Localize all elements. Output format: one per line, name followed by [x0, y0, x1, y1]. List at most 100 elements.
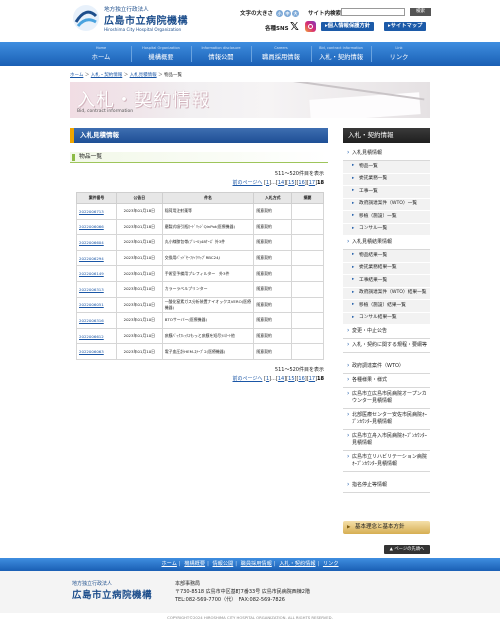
- sidebar-subitem[interactable]: 工事結果一覧: [343, 275, 430, 288]
- sidebar-subitem[interactable]: 政府調達案件（WTO）結果一覧: [343, 287, 430, 300]
- x-logo-icon[interactable]: 𝕏: [290, 21, 301, 32]
- footer-link-organization[interactable]: 機構概要: [184, 561, 205, 567]
- bid-method-cell: 随意契約: [253, 296, 293, 314]
- footer-address: 〒730-8518 広島市中区基町7番33号 広島市民病院西棟2階: [175, 589, 310, 595]
- site-logo[interactable]: 地方独立行政法人 広島市立病院機構 Hiroshima City Hospita…: [72, 4, 188, 34]
- sidebar-item[interactable]: 広島市立舟入市民病院ｵｰﾌﾟﾝｶｳﾝﾀｰ見積情報: [343, 430, 430, 451]
- list-heading: 物品一覧: [70, 152, 328, 163]
- pager-page[interactable]: 14: [278, 180, 284, 186]
- sidebar-subitem[interactable]: 移植（施設）一覧: [343, 211, 430, 224]
- case-number-link[interactable]: 2022006149: [79, 271, 104, 276]
- sidebar-item[interactable]: 入札見積情報: [343, 147, 430, 161]
- sidebar-item[interactable]: 入札・契約に関する規程・要綱等: [343, 339, 430, 353]
- breadcrumb-sep: ＞: [84, 73, 90, 78]
- footer-link-link[interactable]: リンク: [323, 561, 339, 567]
- nav-careers[interactable]: Careers 職員採用情報: [250, 42, 312, 66]
- case-number-link[interactable]: 2022006066: [79, 224, 104, 229]
- case-number-link[interactable]: 2022006294: [79, 256, 104, 261]
- case-number-link[interactable]: 2022006063: [79, 349, 104, 354]
- pager-page[interactable]: 15: [288, 376, 294, 382]
- font-small-button[interactable]: 小: [275, 10, 283, 17]
- font-medium-button[interactable]: 中: [283, 10, 291, 17]
- pager-page[interactable]: 14: [278, 376, 284, 382]
- pager-top: 前のページへ [1]...[14][15][16][17]18: [232, 180, 324, 186]
- pager-page[interactable]: 1: [266, 376, 269, 382]
- sidebar-subitem[interactable]: 工事一覧: [343, 186, 430, 199]
- sidebar-subitem[interactable]: 物品一覧: [343, 161, 430, 174]
- case-number-link[interactable]: 2022006316: [79, 318, 104, 323]
- footer-link-home[interactable]: ホーム: [161, 561, 176, 567]
- case-note-cell: [291, 280, 324, 298]
- nav-organization[interactable]: Hospital Organization 機構概要: [130, 42, 192, 66]
- sidebar-subitem[interactable]: コンサル結果一覧: [343, 312, 430, 325]
- case-number-link[interactable]: 2022006604: [79, 240, 104, 245]
- pager-bottom: 前のページへ [1]...[14][15][16][17]18: [232, 376, 324, 382]
- nav-home-en: Home: [95, 46, 107, 50]
- page-title-en: Bid, contract information: [77, 109, 134, 114]
- back-to-top-button[interactable]: ▲ ページの先頭へ: [384, 545, 430, 554]
- page-banner: 入札・契約情報 Bid, contract information: [70, 82, 430, 118]
- sidebar-subitem[interactable]: 政府調達案件（WTO）一覧: [343, 198, 430, 211]
- nav-organization-label: 機構概要: [148, 54, 174, 61]
- pager-page[interactable]: 16: [298, 180, 304, 186]
- sidebar-subitem[interactable]: 委託業務結果一覧: [343, 262, 430, 275]
- pager-page[interactable]: 17: [309, 180, 315, 186]
- nav-home[interactable]: Home ホーム: [70, 42, 132, 66]
- table-row: 2022006612 2023年01月10日 痰膜ﾊﾟｯｸﾌﾚｯｸｽもっと痰膜を短尽…: [76, 327, 324, 345]
- case-number-link-cell: 2022006612: [76, 327, 117, 345]
- pager-page[interactable]: 17: [309, 376, 315, 382]
- sidebar-item[interactable]: 各種様果・様式: [343, 374, 430, 388]
- sidebar-subitem[interactable]: 委託業務一覧: [343, 173, 430, 186]
- pager-page[interactable]: 1: [266, 180, 269, 186]
- search-input[interactable]: [341, 8, 405, 16]
- sidebar-subitem[interactable]: コンサル一覧: [343, 223, 430, 236]
- sidebar-subitem[interactable]: 物品結果一覧: [343, 250, 430, 263]
- instagram-icon[interactable]: [305, 21, 316, 32]
- sidebar-item[interactable]: 政府調達案件（WTO）: [343, 360, 430, 374]
- pager-page[interactable]: 15: [288, 180, 294, 186]
- sidebar-item[interactable]: 北部医療センター安佐市民病院ｵｰﾌﾟﾝｶｳﾝﾀｰ見積情報: [343, 409, 430, 430]
- breadcrumb-estimates[interactable]: 入札見積情報: [130, 73, 157, 78]
- case-title-cell: 稲荷用注射薬等: [161, 203, 255, 220]
- nav-disclosure[interactable]: Information disclosure 情報公開: [190, 42, 252, 66]
- sidebar-item[interactable]: 入札見積結果情報: [343, 236, 430, 250]
- sns-label: 各種SNS: [265, 26, 289, 32]
- bid-method-cell: 随意契約: [253, 312, 293, 329]
- font-large-button[interactable]: 大: [291, 10, 299, 17]
- sidebar-subitem[interactable]: 移植（施設）結果一覧: [343, 300, 430, 313]
- sidebar-item[interactable]: 広島市立リハビリテーション病院ｵｰﾌﾟﾝｶｳﾝﾀｰ見積情報: [343, 451, 430, 472]
- footer-org-name: 広島市立病院機構: [72, 590, 153, 601]
- nav-link[interactable]: Link リンク: [368, 42, 430, 66]
- case-number-link[interactable]: 2022006313: [79, 287, 104, 292]
- case-number-link[interactable]: 2022006713: [79, 209, 104, 214]
- sidebar-item[interactable]: 広島市立広島市民病院オープンカウンター見積情報: [343, 388, 430, 409]
- sidebar-item[interactable]: 指名停止等情報: [343, 479, 430, 493]
- breadcrumb-home[interactable]: ホーム: [70, 73, 83, 78]
- case-number-link[interactable]: 2022006051: [79, 302, 104, 307]
- breadcrumb-current: 物品一覧: [164, 73, 182, 78]
- breadcrumb-bid[interactable]: 入札・契約情報: [91, 73, 123, 78]
- case-number-link[interactable]: 2022006612: [79, 334, 104, 339]
- nav-bid[interactable]: Bid, contract information 入札・契約情報: [310, 42, 372, 66]
- nav-careers-en: Careers: [274, 46, 288, 50]
- footer-link-bid[interactable]: 入札・契約情報: [279, 561, 315, 567]
- table-row: 2022006294 2023年01月10日 交換用ﾊﾟｯﾄﾞｾｰﾌﾃｨｸﾘｯﾌﾟR…: [76, 249, 324, 267]
- footer-link-careers[interactable]: 職員採用情報: [241, 561, 272, 567]
- pager-prev[interactable]: 前のページへ: [233, 180, 263, 186]
- policy-button[interactable]: 基本理念と基本方針: [343, 521, 430, 534]
- search-button[interactable]: 検索: [410, 8, 431, 16]
- sidebar-item[interactable]: 変更・中止公告: [343, 325, 430, 339]
- case-number-link-cell: 2022006063: [76, 343, 117, 360]
- case-title-cell: 丸小線膝包帯(ﾌﾟﾚｰﾙ)48ｹｰｽﾞ 外3件: [161, 234, 255, 251]
- privacy-policy-button[interactable]: ▸個人情報保護方針: [321, 22, 375, 31]
- sitemap-button[interactable]: ▸サイトマップ: [384, 22, 427, 31]
- announce-date-cell: 2023年01月18日: [115, 203, 163, 220]
- pager-page[interactable]: 16: [298, 376, 304, 382]
- footer-link-disclosure[interactable]: 情報公開: [212, 561, 233, 567]
- col-title: 件名: [161, 192, 255, 204]
- breadcrumb-sep: ＞: [123, 73, 129, 78]
- pager-current: 18: [317, 376, 324, 382]
- col-note: 摘要: [291, 192, 324, 204]
- col-number: 案件番号: [76, 192, 117, 204]
- pager-prev[interactable]: 前のページへ: [233, 376, 263, 382]
